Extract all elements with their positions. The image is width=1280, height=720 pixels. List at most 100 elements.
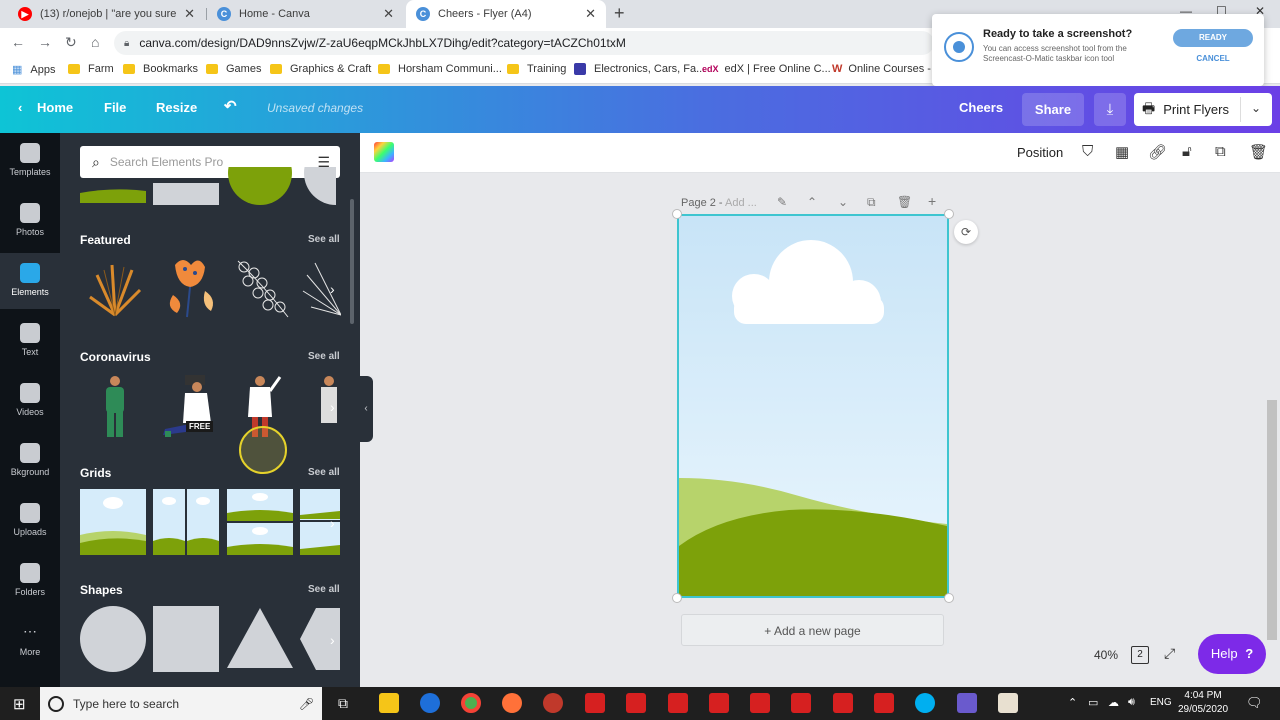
square-shape[interactable] (153, 606, 219, 672)
bookmark-electronics[interactable]: Electronics, Cars, Fa... (574, 63, 705, 75)
bookmark-games[interactable]: Games (206, 63, 261, 75)
help-button[interactable]: Help ? (1198, 634, 1266, 674)
share-button[interactable]: Share (1022, 93, 1084, 126)
see-all-coronavirus[interactable]: See all (308, 351, 340, 362)
nurse-figure-element[interactable] (82, 373, 148, 439)
chevron-left-icon[interactable]: ‹ (18, 100, 22, 115)
skype-icon[interactable] (915, 693, 935, 713)
clock[interactable]: 4:04 PM 29/05/2020 (1178, 689, 1228, 717)
rail-background[interactable]: Bkground (0, 433, 60, 489)
forward-icon[interactable]: → (38, 34, 52, 50)
grid-single-landscape[interactable] (80, 489, 146, 555)
see-all-featured[interactable]: See all (308, 234, 340, 245)
flash-icon[interactable] (709, 693, 729, 713)
close-icon[interactable]: ✕ (585, 6, 596, 22)
see-all-shapes[interactable]: See all (308, 584, 340, 595)
browser-tab-home-canva[interactable]: C Home - Canva ✕ (207, 0, 404, 28)
rail-uploads[interactable]: Uploads (0, 493, 60, 549)
paint-roller-icon[interactable]: ⛉ (1082, 143, 1093, 160)
rail-folders[interactable]: Folders (0, 553, 60, 609)
resize-handle[interactable] (944, 593, 954, 603)
back-icon[interactable]: ← (11, 34, 25, 50)
cancel-button[interactable]: CANCEL (1173, 54, 1253, 63)
duplicate-icon[interactable]: ⧉ (1215, 143, 1226, 160)
flash-icon[interactable] (791, 693, 811, 713)
lock-icon[interactable]: 🔓︎ (1182, 143, 1192, 160)
circle-shape[interactable] (80, 606, 146, 672)
close-icon[interactable]: ✕ (383, 6, 394, 22)
chevron-right-icon[interactable]: › (330, 515, 335, 531)
eucalyptus-element[interactable] (228, 255, 294, 321)
leaf-bunch-element[interactable] (82, 255, 148, 321)
grid-two-rows[interactable] (227, 489, 293, 555)
bookmark-bookmarks[interactable]: Bookmarks (123, 63, 198, 75)
flash-icon[interactable] (750, 693, 770, 713)
browser-tab-reddit[interactable]: ▶ (13) r/onejob | "are you sure that ✕ (8, 0, 205, 28)
network-icon[interactable]: ▭ (1088, 696, 1098, 709)
language-indicator[interactable]: ENG (1150, 697, 1172, 708)
palm-leaf-element[interactable] (301, 255, 342, 321)
bookmark-apps[interactable]: ▦ Apps (12, 63, 55, 77)
design-name[interactable]: Cheers (959, 100, 1003, 115)
medic-figure-element[interactable] (301, 373, 341, 439)
chevron-right-icon[interactable]: › (330, 281, 335, 297)
shape-thumb[interactable] (153, 183, 219, 205)
background-color-button[interactable] (374, 142, 394, 162)
flash-icon[interactable] (833, 693, 853, 713)
undo-icon[interactable]: ↶ (224, 97, 237, 115)
browser-tab-cheers-flyer[interactable]: C Cheers - Flyer (A4) ✕ (406, 0, 606, 28)
resize-handle[interactable] (944, 209, 954, 219)
rail-templates[interactable]: Templates (0, 133, 60, 189)
bookmark-training[interactable]: Training (507, 63, 566, 75)
resize-button[interactable]: Resize (156, 100, 197, 115)
taskbar-search-input[interactable]: Type here to search 🎤︎ (40, 687, 322, 720)
chevron-right-icon[interactable]: › (330, 632, 335, 648)
bookmark-edx[interactable]: edX edX | Free Online C... (702, 63, 831, 75)
position-button[interactable]: Position (1017, 145, 1063, 160)
rail-text[interactable]: Text (0, 313, 60, 369)
chevron-down-icon[interactable]: ⌄ (838, 195, 848, 209)
file-menu-button[interactable]: File (104, 100, 126, 115)
delete-page-icon[interactable]: 🗑︎ (897, 195, 912, 209)
circle-landscape-thumb[interactable] (227, 141, 293, 205)
grid-two-columns[interactable] (153, 489, 219, 555)
bookmark-online-courses[interactable]: W Online Courses - A (832, 63, 941, 75)
resize-handle[interactable] (672, 593, 682, 603)
grid-thumb[interactable] (80, 183, 146, 203)
rail-elements[interactable]: Elements (0, 253, 60, 309)
design-page[interactable] (677, 214, 949, 598)
close-icon[interactable]: ✕ (184, 6, 195, 22)
home-icon[interactable]: ⌂ (91, 34, 99, 50)
see-all-grids[interactable]: See all (308, 467, 340, 478)
edge-icon[interactable] (420, 693, 440, 713)
transparency-icon[interactable]: ▦ (1115, 143, 1129, 161)
flash-icon[interactable] (874, 693, 894, 713)
chevron-right-icon[interactable]: › (330, 399, 335, 415)
windows-start-icon[interactable]: ⊞ (13, 695, 26, 713)
print-flyers-button[interactable]: 🖶 Print Flyers ⌄ (1134, 93, 1272, 126)
chevron-up-icon[interactable]: ⌃ (807, 195, 817, 209)
page-title-input[interactable]: Add ... (725, 197, 757, 209)
notifications-icon[interactable]: 🗨︎ (1246, 695, 1263, 711)
flash-icon[interactable] (626, 693, 646, 713)
reload-icon[interactable]: ↻ (65, 34, 77, 51)
zoom-level[interactable]: 40% (1094, 648, 1118, 662)
duplicate-page-icon[interactable]: ⧉ (867, 195, 876, 210)
flash-icon[interactable] (668, 693, 688, 713)
task-view-icon[interactable]: ⧉ (338, 695, 348, 712)
collapse-panel-button[interactable]: ‹ (359, 376, 373, 442)
volume-icon[interactable]: 🔊︎ (1128, 696, 1135, 709)
firefox-icon[interactable] (502, 693, 522, 713)
chevron-down-icon[interactable]: ⌄ (1251, 101, 1261, 115)
rail-photos[interactable]: Photos (0, 193, 60, 249)
chrome-icon[interactable] (461, 693, 481, 713)
circle-thumb[interactable] (300, 141, 360, 205)
fullscreen-icon[interactable]: ⤢ (1164, 645, 1175, 662)
link-icon[interactable]: 🔗︎ (1148, 143, 1167, 161)
notes-icon[interactable]: ✎ (777, 195, 787, 209)
trash-icon[interactable]: 🗑︎ (1249, 143, 1268, 161)
flower-element[interactable] (155, 255, 221, 321)
panel-scrollbar[interactable] (350, 199, 354, 324)
opera-icon[interactable] (543, 693, 563, 713)
home-button[interactable]: Home (37, 100, 73, 115)
